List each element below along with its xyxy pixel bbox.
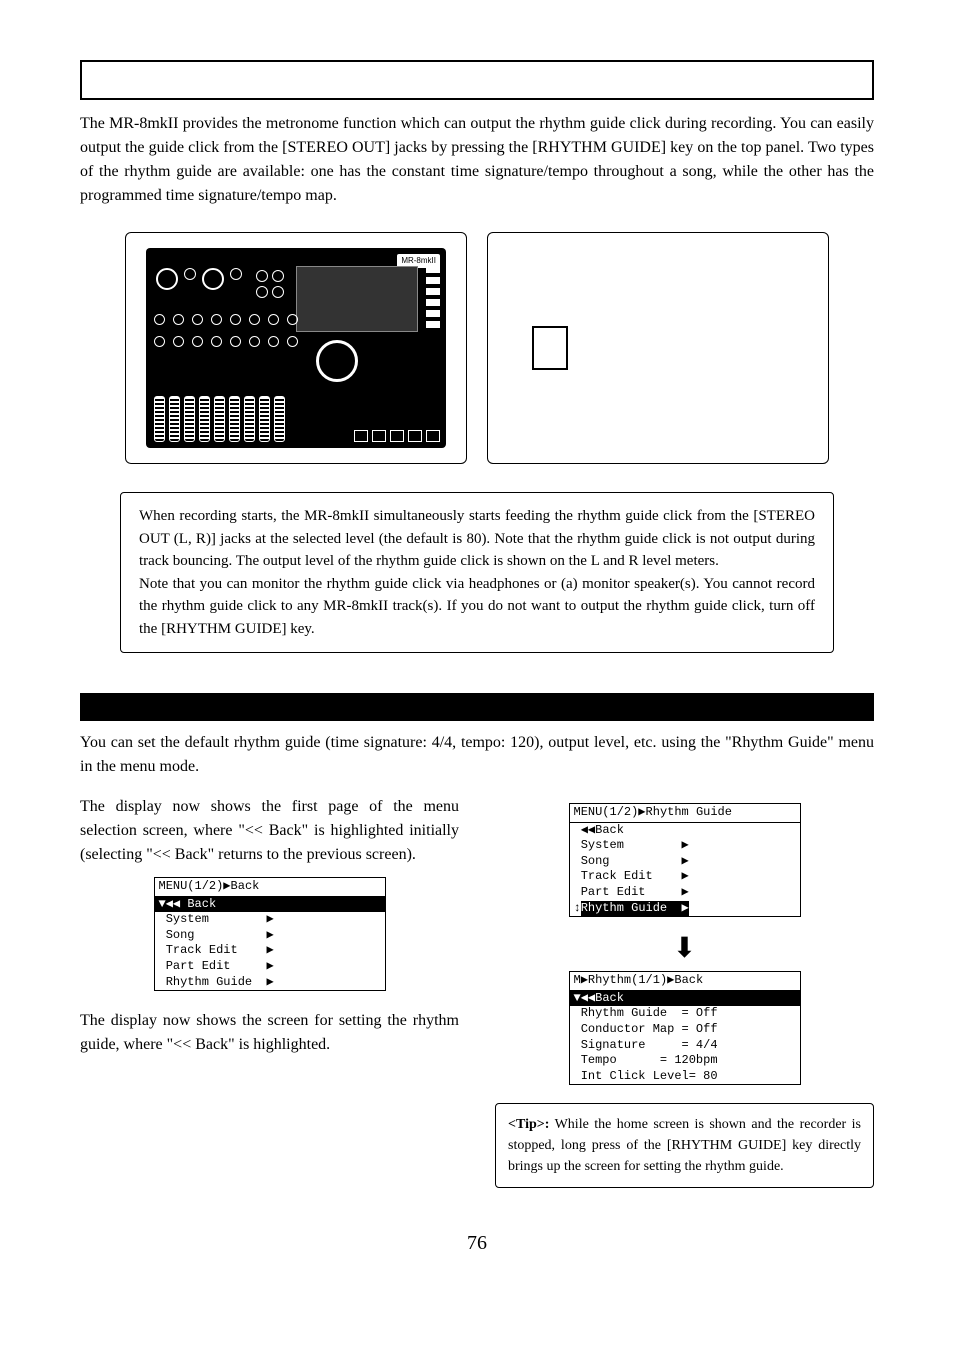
lcd-menu-3: M▶Rhythm(1/1)▶Back ▼◀◀Back Rhythm Guide … <box>569 971 801 1085</box>
list-item: Signature = 4/4 <box>570 1038 800 1054</box>
mixer-graphic: MR-8mkII <box>146 248 446 448</box>
left-step2-text: The display now shows the screen for set… <box>80 1009 459 1057</box>
lcd-menu-2: MENU(1/2)▶Rhythm Guide ◀◀Back System ▶ S… <box>569 803 801 917</box>
title-box <box>80 60 874 100</box>
list-item: Rhythm Guide = Off <box>570 1006 800 1022</box>
list-item: Part Edit ▶ <box>155 959 385 975</box>
list-item: ◀◀Back <box>570 823 800 839</box>
list-item: Conductor Map = Off <box>570 1022 800 1038</box>
list-item: Song ▶ <box>155 928 385 944</box>
list-item: Song ▶ <box>570 854 800 870</box>
mixer-figure-right <box>487 232 829 464</box>
list-item: System ▶ <box>570 838 800 854</box>
lcd-menu-1: MENU(1/2)▶Back ▼◀◀ Back System ▶ Song ▶ … <box>154 877 386 991</box>
list-item: ↕Rhythm Guide ▶ <box>570 901 800 917</box>
note-p2: Note that you can monitor the rhythm gui… <box>139 573 815 641</box>
note-p1: When recording starts, the MR-8mkII simu… <box>139 505 815 573</box>
tip-box: <Tip>: While the home screen is shown an… <box>495 1103 874 1188</box>
list-item: Int Click Level= 80 <box>570 1069 800 1085</box>
list-item: Track Edit ▶ <box>570 869 800 885</box>
lcd2-title: MENU(1/2)▶Rhythm Guide <box>570 804 800 823</box>
list-item: ▼◀◀ Back <box>155 897 385 913</box>
setting-intro: You can set the default rhythm guide (ti… <box>80 731 874 779</box>
lcd3-title: M▶Rhythm(1/1)▶Back <box>570 972 800 991</box>
rhythm-guide-key <box>532 326 568 370</box>
list-item: Tempo = 120bpm <box>570 1053 800 1069</box>
list-item: Part Edit ▶ <box>570 885 800 901</box>
left-step-text: The display now shows the first page of … <box>80 795 459 867</box>
arrow-down-icon: ⬇ <box>495 935 874 963</box>
page-number: 76 <box>80 1228 874 1258</box>
list-item: Rhythm Guide ▶ <box>155 975 385 991</box>
device-illustration-row: MR-8mkII <box>80 232 874 464</box>
lcd1-title: MENU(1/2)▶Back <box>155 878 385 897</box>
list-item: ▼◀◀Back <box>570 991 800 1007</box>
tip-text: While the home screen is shown and the r… <box>508 1117 861 1174</box>
list-item: System ▶ <box>155 912 385 928</box>
list-item: Track Edit ▶ <box>155 943 385 959</box>
note-box: When recording starts, the MR-8mkII simu… <box>120 492 834 653</box>
intro-paragraph: The MR-8mkII provides the metronome func… <box>80 112 874 208</box>
section-bar <box>80 693 874 721</box>
mixer-figure-left: MR-8mkII <box>125 232 467 464</box>
tip-label: <Tip>: <box>508 1117 549 1132</box>
